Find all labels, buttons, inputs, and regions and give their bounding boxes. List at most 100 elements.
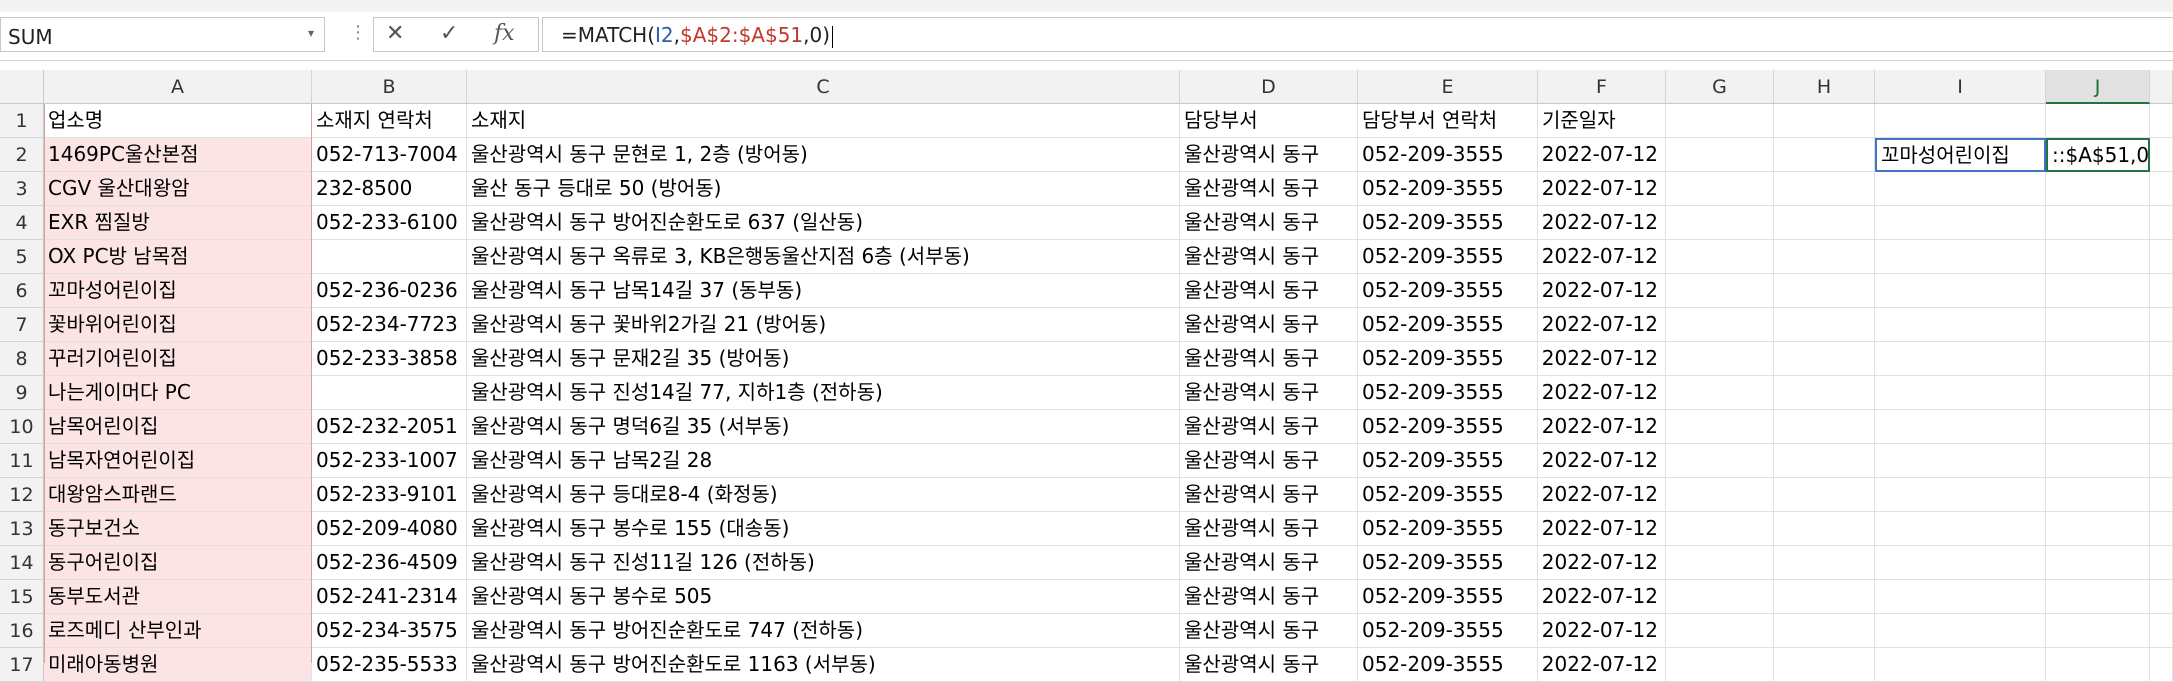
row-header-15[interactable]: 15 (0, 580, 44, 614)
empty-cell[interactable] (2046, 410, 2150, 444)
empty-cell[interactable] (1774, 512, 1875, 546)
empty-cell[interactable] (1875, 172, 2046, 206)
row-header-16[interactable]: 16 (0, 614, 44, 648)
empty-cell[interactable] (1666, 104, 1774, 138)
empty-cell[interactable] (2046, 274, 2150, 308)
cell-e[interactable]: 052-209-3555 (1358, 512, 1538, 546)
row-header-3[interactable]: 3 (0, 172, 44, 206)
cell-d[interactable]: 울산광역시 동구 (1180, 342, 1358, 376)
header-cell-b[interactable]: 소재지 연락처 (312, 104, 467, 138)
empty-cell[interactable] (1666, 614, 1774, 648)
cell-c[interactable]: 울산광역시 동구 문현로 1, 2층 (방어동) (467, 138, 1180, 172)
cell-a[interactable]: 꾸러기어린이집 (44, 342, 312, 376)
empty-cell[interactable] (1875, 206, 2046, 240)
column-header-d[interactable]: D (1180, 70, 1358, 104)
cell-e[interactable]: 052-209-3555 (1358, 648, 1538, 682)
column-header-a[interactable]: A (44, 70, 312, 104)
cell-a[interactable]: OX PC방 남목점 (44, 240, 312, 274)
cell-e[interactable]: 052-209-3555 (1358, 376, 1538, 410)
empty-cell[interactable] (2046, 342, 2150, 376)
empty-cell[interactable] (1666, 274, 1774, 308)
empty-cell[interactable] (1875, 104, 2046, 138)
column-header-i[interactable]: I (1875, 70, 2046, 104)
cell-f[interactable]: 2022-07-12 (1538, 172, 1666, 206)
empty-cell[interactable] (2046, 104, 2150, 138)
cell-b[interactable]: 052-241-2314 (312, 580, 467, 614)
cell-f[interactable]: 2022-07-12 (1538, 308, 1666, 342)
cell-b[interactable]: 052-236-4509 (312, 546, 467, 580)
cell-f[interactable]: 2022-07-12 (1538, 614, 1666, 648)
empty-cell[interactable] (1774, 308, 1875, 342)
cell-d[interactable]: 울산광역시 동구 (1180, 172, 1358, 206)
cell-d[interactable]: 울산광역시 동구 (1180, 308, 1358, 342)
cell-e[interactable]: 052-209-3555 (1358, 444, 1538, 478)
empty-cell[interactable] (2150, 206, 2173, 240)
cell-a[interactable]: EXR 찜질방 (44, 206, 312, 240)
row-header-17[interactable]: 17 (0, 648, 44, 682)
cell-e[interactable]: 052-209-3555 (1358, 580, 1538, 614)
cell-b[interactable]: 052-209-4080 (312, 512, 467, 546)
cell-d[interactable]: 울산광역시 동구 (1180, 546, 1358, 580)
cell-d[interactable]: 울산광역시 동구 (1180, 410, 1358, 444)
cell-b[interactable]: 052-233-6100 (312, 206, 467, 240)
cell-a[interactable]: 꽃바위어린이집 (44, 308, 312, 342)
cell-e[interactable]: 052-209-3555 (1358, 274, 1538, 308)
row-header-13[interactable]: 13 (0, 512, 44, 546)
empty-cell[interactable] (2150, 342, 2173, 376)
fx-icon[interactable]: fx (494, 21, 515, 46)
empty-cell[interactable] (1666, 580, 1774, 614)
cell-c[interactable]: 울산광역시 동구 남목2길 28 (467, 444, 1180, 478)
cell-f[interactable]: 2022-07-12 (1538, 274, 1666, 308)
empty-cell[interactable] (1666, 546, 1774, 580)
cell-f[interactable]: 2022-07-12 (1538, 478, 1666, 512)
empty-cell[interactable] (1666, 138, 1774, 172)
cell-a[interactable]: 로즈메디 산부인과 (44, 614, 312, 648)
row-header-11[interactable]: 11 (0, 444, 44, 478)
empty-cell[interactable] (1875, 580, 2046, 614)
cell-b[interactable]: 052-236-0236 (312, 274, 467, 308)
empty-cell[interactable] (1666, 410, 1774, 444)
cell-e[interactable]: 052-209-3555 (1358, 546, 1538, 580)
cell-c[interactable]: 울산광역시 동구 남목14길 37 (동부동) (467, 274, 1180, 308)
cell-j2-active[interactable]: ::$A$51,0) (2046, 138, 2150, 172)
chevron-down-icon[interactable]: ▾ (308, 26, 314, 40)
empty-cell[interactable] (2150, 546, 2173, 580)
empty-cell[interactable] (2046, 546, 2150, 580)
empty-cell[interactable] (1875, 274, 2046, 308)
cell-e[interactable]: 052-209-3555 (1358, 342, 1538, 376)
empty-cell[interactable] (1774, 138, 1875, 172)
row-header-5[interactable]: 5 (0, 240, 44, 274)
empty-cell[interactable] (2046, 580, 2150, 614)
cell-c[interactable]: 울산광역시 동구 봉수로 155 (대송동) (467, 512, 1180, 546)
empty-cell[interactable] (2046, 240, 2150, 274)
column-header-h[interactable]: H (1774, 70, 1875, 104)
cell-c[interactable]: 울산광역시 동구 방어진순환도로 1163 (서부동) (467, 648, 1180, 682)
cell-f[interactable]: 2022-07-12 (1538, 648, 1666, 682)
cell-b[interactable]: 052-234-3575 (312, 614, 467, 648)
empty-cell[interactable] (1666, 512, 1774, 546)
cell-e[interactable]: 052-209-3555 (1358, 206, 1538, 240)
empty-cell[interactable] (1774, 342, 1875, 376)
cell-d[interactable]: 울산광역시 동구 (1180, 376, 1358, 410)
x-icon[interactable]: ✕ (386, 21, 404, 46)
cell-c[interactable]: 울산 동구 등대로 50 (방어동) (467, 172, 1180, 206)
empty-cell[interactable] (1875, 308, 2046, 342)
column-header-b[interactable]: B (312, 70, 467, 104)
cell-a[interactable]: 동부도서관 (44, 580, 312, 614)
empty-cell[interactable] (1666, 172, 1774, 206)
cell-f[interactable]: 2022-07-12 (1538, 342, 1666, 376)
cell-c[interactable]: 울산광역시 동구 방어진순환도로 747 (전하동) (467, 614, 1180, 648)
column-header-c[interactable]: C (467, 70, 1180, 104)
empty-cell[interactable] (1875, 240, 2046, 274)
row-header-14[interactable]: 14 (0, 546, 44, 580)
header-cell-d[interactable]: 담당부서 (1180, 104, 1358, 138)
empty-cell[interactable] (1666, 648, 1774, 682)
empty-cell[interactable] (1875, 648, 2046, 682)
cell-b[interactable]: 052-713-7004 (312, 138, 467, 172)
cell-c[interactable]: 울산광역시 동구 방어진순환도로 637 (일산동) (467, 206, 1180, 240)
row-header-12[interactable]: 12 (0, 478, 44, 512)
column-header-j[interactable]: J (2046, 70, 2150, 104)
cell-i2[interactable]: 꼬마성어린이집 (1875, 138, 2046, 172)
empty-cell[interactable] (2046, 206, 2150, 240)
header-cell-f[interactable]: 기준일자 (1538, 104, 1666, 138)
